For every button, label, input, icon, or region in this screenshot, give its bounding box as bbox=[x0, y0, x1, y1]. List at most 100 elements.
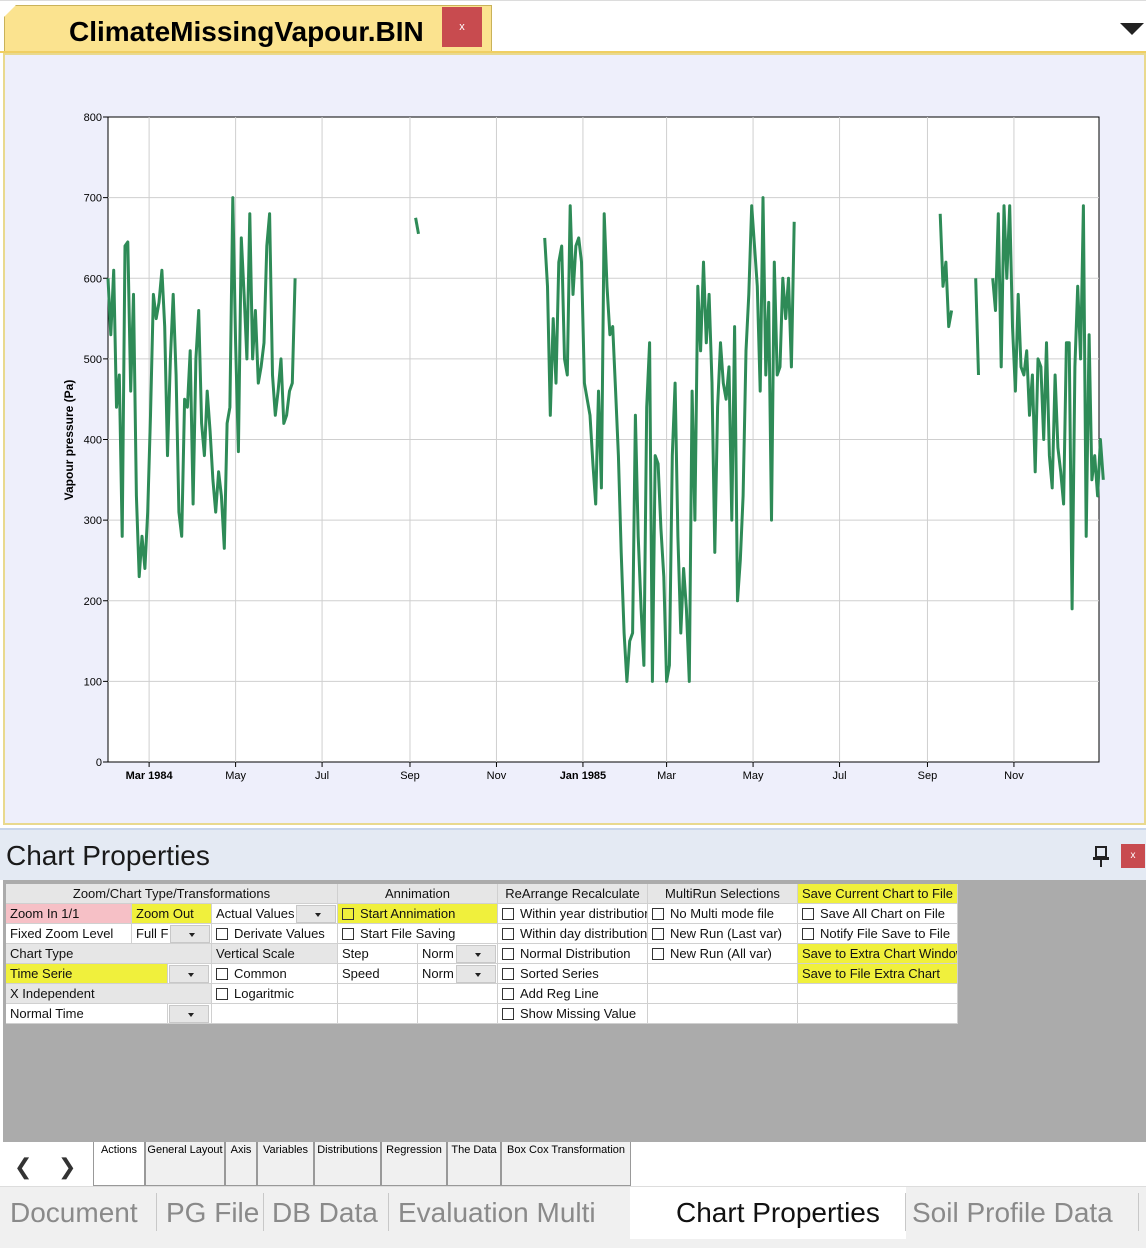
document-tab[interactable]: ClimateMissingVapour.BIN bbox=[4, 5, 492, 53]
dock-tab-pg-file[interactable]: PG File bbox=[166, 1197, 259, 1229]
save-extra-window-button[interactable]: Save to Extra Chart Window bbox=[798, 944, 958, 964]
checkbox-icon[interactable] bbox=[502, 948, 514, 960]
chevron-down-icon[interactable] bbox=[169, 1005, 209, 1023]
normal-distribution-checkbox[interactable]: Normal Distribution bbox=[498, 944, 648, 964]
chevron-down-icon[interactable] bbox=[296, 905, 336, 923]
notify-file-checkbox[interactable]: Notify File Save to File bbox=[798, 924, 958, 944]
chevron-down-icon[interactable] bbox=[456, 945, 496, 963]
empty-cell bbox=[798, 1004, 958, 1024]
y-tick-label: 0 bbox=[96, 757, 102, 769]
dock-tab-document[interactable]: Document bbox=[10, 1197, 138, 1229]
actual-values-select[interactable]: Actual Values bbox=[212, 904, 338, 924]
zoom-in-button[interactable]: Zoom In 1/1 bbox=[6, 904, 132, 924]
save-all-chart-checkbox[interactable]: Save All Chart on File bbox=[798, 904, 958, 924]
show-missing-checkbox[interactable]: Show Missing Value bbox=[498, 1004, 648, 1024]
empty-cell bbox=[798, 984, 958, 1004]
normal-time-label: Normal Time bbox=[6, 1004, 168, 1024]
tab-list-dropdown-icon[interactable] bbox=[1120, 23, 1144, 35]
checkbox-icon[interactable] bbox=[216, 968, 228, 980]
dock-tab-db-data[interactable]: DB Data bbox=[272, 1197, 378, 1229]
tab-regression[interactable]: Regression bbox=[381, 1142, 447, 1186]
fixed-zoom-select[interactable]: Full F bbox=[132, 924, 212, 944]
y-tick-label: 500 bbox=[84, 354, 102, 366]
checkbox-icon[interactable] bbox=[802, 928, 814, 940]
within-day-label: Within day distribution bbox=[520, 926, 648, 941]
start-animation-label: Start Annimation bbox=[360, 906, 456, 921]
checkbox-icon[interactable] bbox=[502, 968, 514, 980]
checkbox-icon[interactable] bbox=[216, 928, 228, 940]
vertical-scale-label: Vertical Scale bbox=[212, 944, 338, 964]
speed-label: Speed bbox=[338, 964, 418, 984]
x-independent-label: X Independent bbox=[6, 984, 212, 1004]
derivate-values-checkbox[interactable]: Derivate Values bbox=[212, 924, 338, 944]
no-multi-checkbox[interactable]: No Multi mode file bbox=[648, 904, 798, 924]
start-file-saving-checkbox[interactable]: Start File Saving bbox=[338, 924, 498, 944]
checkbox-icon[interactable] bbox=[802, 908, 814, 920]
x-tick-label: Mar 1984 bbox=[126, 770, 174, 782]
checkbox-icon[interactable] bbox=[502, 988, 514, 1000]
property-sheet-tabs: ❮ ❯ Actions General Layout Axis Variable… bbox=[0, 1142, 1146, 1186]
within-year-checkbox[interactable]: Within year distribution bbox=[498, 904, 648, 924]
zoom-group-header: Zoom/Chart Type/Transformations bbox=[6, 884, 338, 904]
tab-variables[interactable]: Variables bbox=[257, 1142, 314, 1186]
dock-tab-soil-profile-data[interactable]: Soil Profile Data bbox=[912, 1197, 1113, 1229]
dock-tab-chart-properties[interactable]: Chart Properties bbox=[676, 1197, 880, 1229]
rearrange-group-header: ReArrange Recalculate bbox=[498, 884, 648, 904]
start-animation-checkbox[interactable]: Start Annimation bbox=[338, 904, 498, 924]
chart-type-select[interactable] bbox=[168, 964, 212, 984]
chevron-down-icon[interactable] bbox=[170, 925, 210, 943]
chart-panel[interactable]: 0 100 200 300 400 500 600 700 800 Mar 1984 May Jul… bbox=[3, 53, 1146, 825]
properties-grid: Zoom/Chart Type/Transformations Annimati… bbox=[0, 880, 1146, 1142]
checkbox-icon[interactable] bbox=[216, 988, 228, 1000]
speed-select[interactable]: Norm bbox=[418, 964, 498, 984]
checkbox-icon[interactable] bbox=[502, 928, 514, 940]
empty-cell bbox=[418, 984, 498, 1004]
empty-cell bbox=[648, 984, 798, 1004]
dock-tab-evaluation-multi[interactable]: Evaluation Multi bbox=[398, 1197, 596, 1229]
document-tab-title: ClimateMissingVapour.BIN bbox=[69, 16, 424, 47]
common-checkbox[interactable]: Common bbox=[212, 964, 338, 984]
checkbox-icon[interactable] bbox=[652, 928, 664, 940]
within-day-checkbox[interactable]: Within day distribution bbox=[498, 924, 648, 944]
pin-icon[interactable] bbox=[1092, 846, 1110, 868]
tab-distributions[interactable]: Distributions bbox=[314, 1142, 381, 1186]
chart-properties-title: Chart Properties bbox=[6, 840, 210, 871]
zoom-out-button[interactable]: Zoom Out bbox=[132, 904, 212, 924]
sorted-series-checkbox[interactable]: Sorted Series bbox=[498, 964, 648, 984]
x-tick-label: Sep bbox=[400, 770, 420, 782]
add-reg-line-checkbox[interactable]: Add Reg Line bbox=[498, 984, 648, 1004]
checkbox-icon[interactable] bbox=[502, 908, 514, 920]
tab-axis[interactable]: Axis bbox=[225, 1142, 257, 1186]
save-current-chart-button[interactable]: Save Current Chart to File bbox=[798, 884, 958, 904]
step-label: Step bbox=[338, 944, 418, 964]
x-mode-select[interactable] bbox=[168, 1004, 212, 1024]
tab-general-layout[interactable]: General Layout bbox=[145, 1142, 225, 1186]
chevron-down-icon[interactable] bbox=[169, 965, 209, 983]
chevron-right-icon[interactable]: ❯ bbox=[58, 1154, 76, 1180]
close-properties-button[interactable]: x bbox=[1121, 844, 1145, 868]
fixed-zoom-value: Full F bbox=[136, 926, 169, 941]
empty-cell bbox=[212, 1004, 338, 1024]
checkbox-icon[interactable] bbox=[502, 1008, 514, 1020]
logaritmic-label: Logaritmic bbox=[234, 986, 294, 1001]
new-run-all-checkbox[interactable]: New Run (All var) bbox=[648, 944, 798, 964]
tab-box-cox[interactable]: Box Cox Transformation bbox=[501, 1142, 631, 1186]
chevron-left-icon[interactable]: ❮ bbox=[14, 1154, 32, 1180]
x-tick-label: Mar bbox=[657, 770, 676, 782]
vapour-pressure-chart[interactable]: 0 100 200 300 400 500 600 700 800 Mar 1984 May Jul… bbox=[5, 55, 1144, 823]
save-file-extra-button[interactable]: Save to File Extra Chart bbox=[798, 964, 958, 984]
no-multi-label: No Multi mode file bbox=[670, 906, 775, 921]
checkbox-icon[interactable] bbox=[342, 928, 354, 940]
logaritmic-checkbox[interactable]: Logaritmic bbox=[212, 984, 338, 1004]
checkbox-icon[interactable] bbox=[342, 908, 354, 920]
step-select[interactable]: Norm bbox=[418, 944, 498, 964]
chevron-down-icon[interactable] bbox=[456, 965, 496, 983]
checkbox-icon[interactable] bbox=[652, 908, 664, 920]
fixed-zoom-level-label: Fixed Zoom Level bbox=[6, 924, 132, 944]
new-run-last-checkbox[interactable]: New Run (Last var) bbox=[648, 924, 798, 944]
tab-actions[interactable]: Actions bbox=[93, 1142, 145, 1186]
close-document-button[interactable]: x bbox=[442, 7, 482, 47]
checkbox-icon[interactable] bbox=[652, 948, 664, 960]
x-tick-label: Nov bbox=[1004, 770, 1024, 782]
tab-the-data[interactable]: The Data bbox=[447, 1142, 501, 1186]
